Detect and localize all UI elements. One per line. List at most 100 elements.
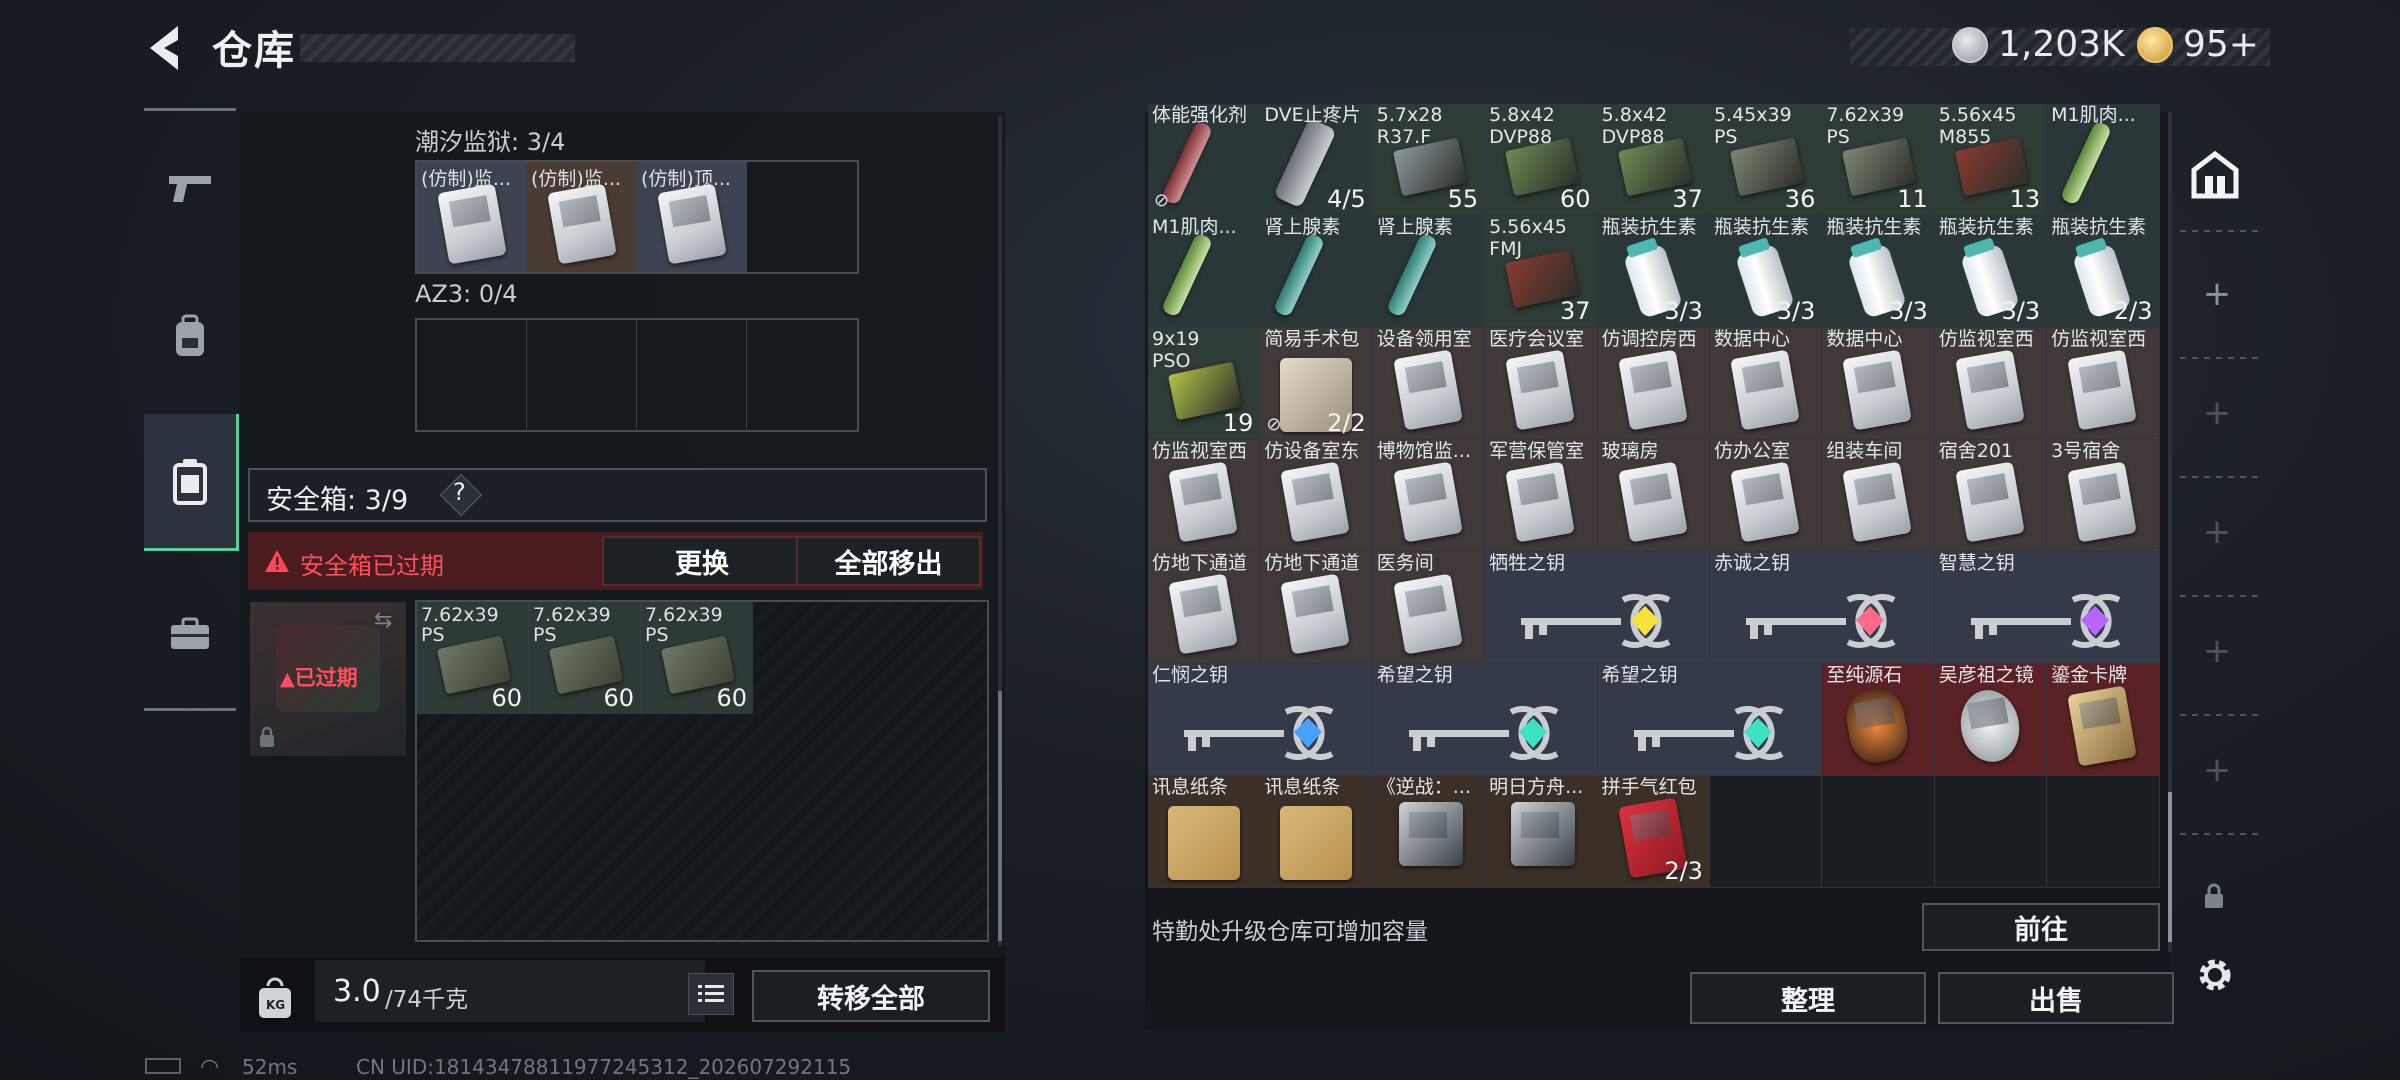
add-tab-icon[interactable]: + — [2192, 631, 2242, 671]
inventory-item[interactable]: 仿监视室西 — [2047, 328, 2160, 440]
inventory-item[interactable]: 仿办公室 — [1709, 440, 1823, 552]
inventory-item[interactable]: 希望之钥 — [1372, 664, 1598, 776]
inventory-item[interactable]: 仿调控房西 — [1597, 328, 1710, 440]
right-scrollbar-thumb[interactable] — [2168, 792, 2172, 942]
warehouse-tab-icon[interactable] — [2182, 142, 2248, 208]
pistol-icon — [169, 176, 211, 202]
inventory-item[interactable]: DVE止疼片 4/5 — [1260, 104, 1373, 216]
add-tab-icon[interactable]: + — [2192, 750, 2242, 790]
inventory-item[interactable]: 明日方舟... — [1485, 776, 1598, 888]
inventory-item[interactable]: 7.62x39 PS 11 — [1822, 104, 1935, 216]
inventory-item[interactable]: 瓶装抗生素 3/3 — [1934, 216, 2048, 328]
inventory-item[interactable]: 9x19 PSO 19 — [1148, 328, 1261, 440]
inventory-item[interactable]: 希望之钥 — [1597, 664, 1823, 776]
add-tab-icon[interactable]: + — [2192, 393, 2242, 433]
inventory-item[interactable]: 《逆战：... — [1372, 776, 1486, 888]
safebox-item-tile[interactable]: ⇆ ▲已过期 — [250, 602, 406, 756]
inventory-item[interactable]: 拼手气红包 2/3 — [1597, 776, 1710, 888]
inventory-item[interactable]: 5.56x45 M855 13 — [1934, 104, 2048, 216]
inventory-item[interactable]: 讯息纸条 — [1148, 776, 1261, 888]
inventory-item[interactable]: 5.45x39 PS 36 — [1709, 104, 1823, 216]
inventory-item[interactable]: 仿地下通道 — [1260, 552, 1373, 664]
inventory-item[interactable]: 5.7x28 R37.F 55 — [1372, 104, 1486, 216]
nav-safebox[interactable] — [144, 414, 239, 551]
back-arrow-icon[interactable] — [140, 20, 196, 76]
inventory-item[interactable]: 仿监视室西 — [1148, 440, 1261, 552]
inventory-item[interactable]: 组装车间 — [1822, 440, 1935, 552]
safebox-slot[interactable]: 7.62x39 PS 60 — [641, 602, 753, 714]
inventory-item[interactable]: 体能强化剂 ⊘ — [1148, 104, 1261, 216]
inventory-item[interactable]: 鎏金卡牌 — [2047, 664, 2160, 776]
inventory-item[interactable]: 数据中心 — [1709, 328, 1823, 440]
inventory-item[interactable]: 5.8x42 DVP88 60 — [1485, 104, 1598, 216]
inventory-item[interactable]: M1肌肉... — [2047, 104, 2160, 216]
inventory-item[interactable]: 智慧之钥 — [1934, 552, 2160, 664]
add-tab-icon[interactable]: + — [2192, 274, 2242, 314]
inventory-item[interactable]: 3号宿舍 — [2047, 440, 2160, 552]
slot-item[interactable]: (仿制)顶... — [637, 162, 747, 272]
inventory-empty-slot[interactable] — [1934, 776, 2048, 888]
left-scrollbar-thumb[interactable] — [998, 691, 1002, 941]
inventory-item[interactable]: 医务间 — [1372, 552, 1486, 664]
inventory-item[interactable]: 瓶装抗生素 2/3 — [2047, 216, 2160, 328]
inventory-item[interactable]: 简易手术包 2/2 ⊘ — [1260, 328, 1373, 440]
inventory-item[interactable]: 仿地下通道 — [1148, 552, 1261, 664]
sort-button[interactable]: 整理 — [1690, 972, 1926, 1024]
currency-secondary[interactable]: 95+ — [2137, 24, 2259, 65]
inventory-item[interactable]: 肾上腺素 — [1372, 216, 1486, 328]
inventory-item[interactable]: 宿舍201 — [1934, 440, 2048, 552]
inventory-item[interactable]: 赤诚之钥 — [1709, 552, 1935, 664]
slot-empty[interactable] — [747, 162, 857, 272]
slot-empty[interactable] — [527, 320, 637, 430]
inventory-item[interactable]: 讯息纸条 — [1260, 776, 1373, 888]
inventory-item[interactable]: 仿监视室西 — [1934, 328, 2048, 440]
inventory-item[interactable]: 数据中心 — [1822, 328, 1935, 440]
transfer-all-button[interactable]: 转移全部 — [752, 970, 990, 1022]
key-icon — [1626, 704, 1796, 760]
note-icon — [1168, 806, 1240, 880]
inventory-item[interactable]: 牺牲之钥 — [1485, 552, 1710, 664]
replace-button[interactable]: 更换 — [602, 536, 802, 586]
inventory-item[interactable]: 仿设备室东 — [1260, 440, 1373, 552]
slot-empty[interactable] — [417, 320, 527, 430]
inventory-item[interactable]: 吴彦祖之镜 — [1934, 664, 2048, 776]
inventory-empty-slot[interactable] — [1822, 776, 1935, 888]
inventory-item[interactable]: 瓶装抗生素 3/3 — [1822, 216, 1935, 328]
inventory-empty-slot[interactable] — [2047, 776, 2160, 888]
goto-button[interactable]: 前往 — [1922, 903, 2160, 951]
slot-item[interactable]: (仿制)监... — [527, 162, 637, 272]
left-scrollbar-track[interactable] — [998, 116, 1002, 946]
inventory-item[interactable]: 军营保管室 — [1485, 440, 1598, 552]
safebox-slot[interactable]: 7.62x39 PS 60 — [417, 602, 529, 714]
nav-toolbox[interactable] — [144, 588, 236, 680]
slot-empty[interactable] — [747, 320, 857, 430]
remove-all-button[interactable]: 全部移出 — [796, 536, 981, 586]
add-tab-icon[interactable]: + — [2192, 512, 2242, 552]
nav-equipment[interactable] — [144, 290, 236, 382]
currency-primary[interactable]: 1,203K — [1952, 24, 2125, 65]
inventory-item[interactable]: 玻璃房 — [1597, 440, 1710, 552]
inventory-item[interactable]: 瓶装抗生素 3/3 — [1709, 216, 1823, 328]
inventory-item[interactable]: 肾上腺素 — [1260, 216, 1373, 328]
slot-empty[interactable] — [637, 320, 747, 430]
inventory-item[interactable]: 仁悯之钥 — [1148, 664, 1373, 776]
inventory-item[interactable]: 瓶装抗生素 3/3 — [1597, 216, 1710, 328]
nav-weapons[interactable] — [144, 143, 236, 235]
inventory-item[interactable]: 5.56x45 FMJ 37 — [1485, 216, 1598, 328]
inventory-item[interactable]: 至纯源石 — [1822, 664, 1935, 776]
inventory-item[interactable]: 设备领用室 — [1372, 328, 1486, 440]
right-scrollbar-track[interactable] — [2168, 112, 2172, 952]
swap-icon[interactable]: ⇆ — [374, 608, 392, 633]
slot-item[interactable]: (仿制)监... — [417, 162, 527, 272]
lock-icon[interactable] — [2203, 883, 2225, 909]
inventory-empty-slot[interactable] — [1709, 776, 1823, 888]
list-view-button[interactable] — [688, 973, 734, 1015]
inventory-item[interactable]: 博物馆监... — [1372, 440, 1486, 552]
safebox-slot[interactable]: 7.62x39 PS 60 — [529, 602, 641, 714]
help-icon[interactable]: ? — [453, 478, 466, 506]
sell-button[interactable]: 出售 — [1938, 972, 2174, 1024]
settings-gear-icon[interactable] — [2194, 954, 2236, 996]
inventory-item[interactable]: 医疗会议室 — [1485, 328, 1598, 440]
inventory-item[interactable]: M1肌肉... — [1148, 216, 1261, 328]
inventory-item[interactable]: 5.8x42 DVP88 37 — [1597, 104, 1710, 216]
